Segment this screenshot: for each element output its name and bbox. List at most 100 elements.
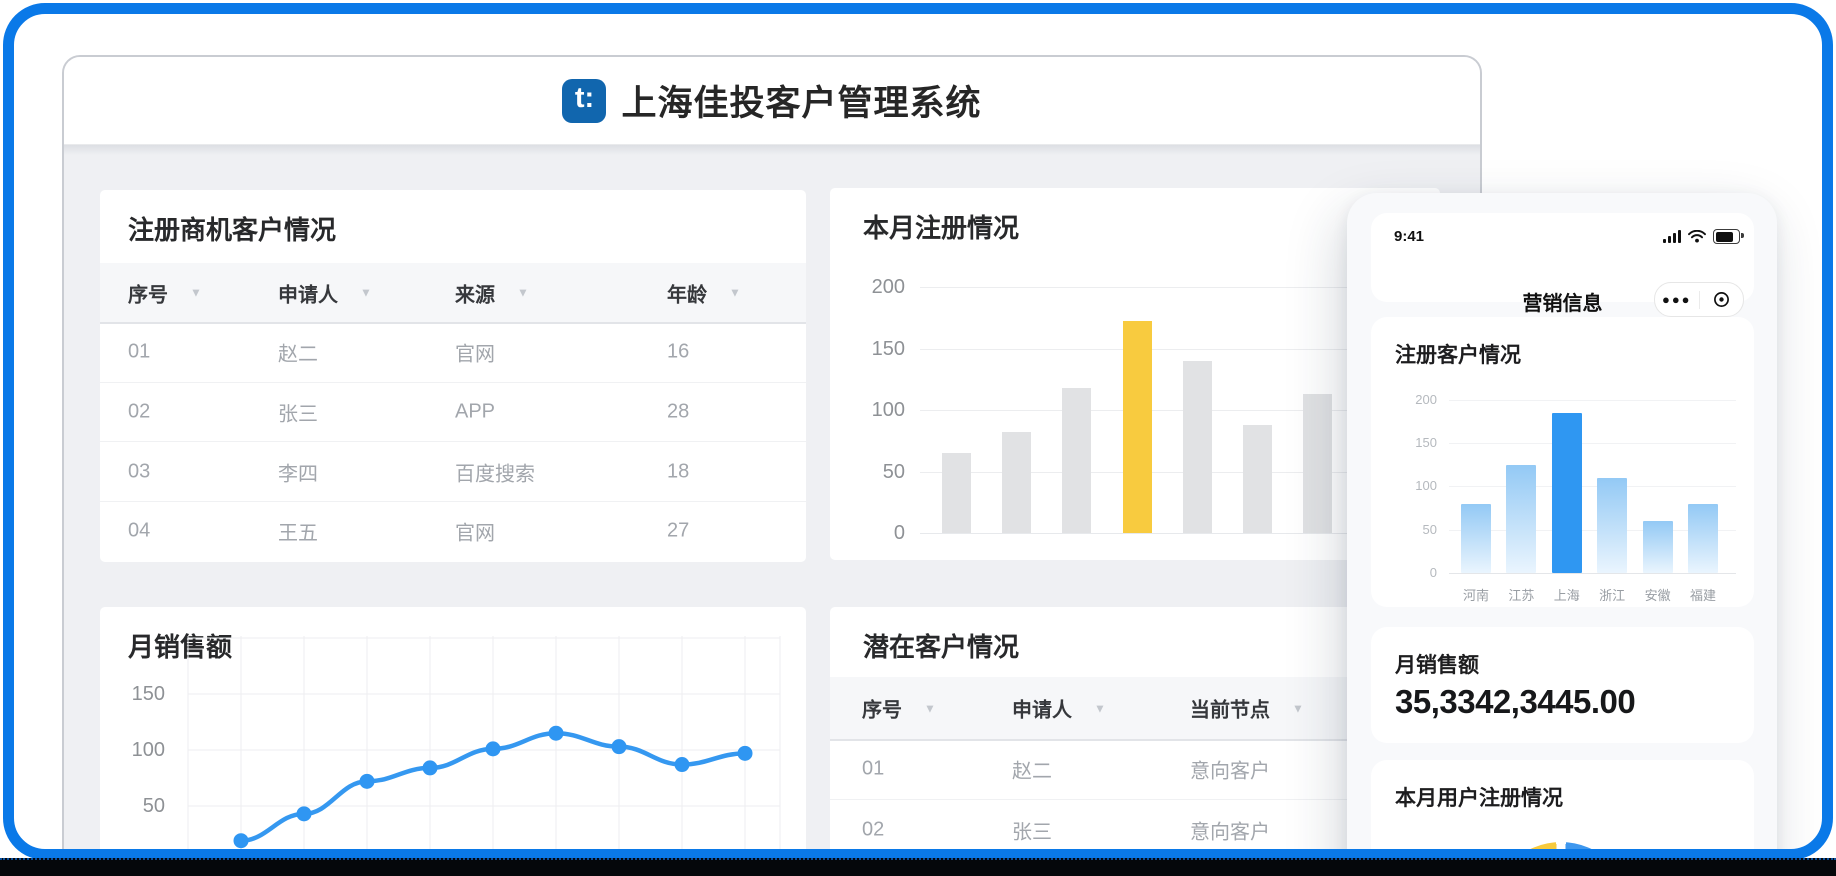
axis-tick-label: 100 [100,739,165,762]
axis-category-label: 江苏 [1499,585,1543,604]
line-point [423,760,438,775]
table-cell: 官网 [455,337,495,366]
axis-tick-label: 50 [830,461,905,484]
axis-tick-label: 150 [100,683,165,706]
bar [1062,388,1091,533]
grid-line [1449,573,1736,574]
sort-icon[interactable]: ▼ [360,286,372,300]
grid-line [1449,400,1736,401]
table-column-header: 序号▼ [862,694,936,723]
column-label: 申请人 [278,278,338,307]
grid-line [920,472,1417,473]
app-header: t: 上海佳投客户管理系统 [64,57,1480,145]
table-cell: 百度搜索 [455,457,535,486]
panel-monthly-sales: 月销售额 15010050 [100,607,806,860]
grid-line [1449,486,1736,487]
bar [1303,394,1332,533]
table-column-header: 序号▼ [128,278,202,307]
bar [942,453,971,533]
table-cell: 王五 [278,517,318,546]
axis-category-label: 浙江 [1590,585,1634,604]
table-cell: 02 [128,401,150,424]
table-column-header: 当前节点 ▼ [1190,694,1304,723]
sort-icon[interactable]: ▼ [924,701,936,715]
battery-icon [1713,229,1740,244]
bar [1506,465,1536,573]
table-cell: 官网 [455,517,495,546]
axis-category-label: 安徽 [1636,585,1680,604]
bar-highlighted [1552,413,1582,573]
table-cell: 张三 [1012,816,1052,845]
bar [1688,504,1718,573]
page-title: 上海佳投客户管理系统 [621,75,981,126]
table-row: 03 李四 百度搜索 18 [100,441,806,502]
table-cell: 李四 [278,457,318,486]
grid-line [920,410,1417,411]
phone-card-monthly-users: 本月用户注册情况 [1371,760,1754,860]
miniprogram-capsule[interactable]: ●●● [1654,282,1744,317]
close-circle-icon[interactable] [1700,291,1744,308]
table-cell: 02 [862,819,884,842]
signal-icon [1663,230,1681,243]
bar [1597,478,1627,573]
status-time: 9:41 [1394,228,1424,245]
phone-status-nav-bar: 9:41 营销信息 ●●● [1371,213,1754,302]
more-menu-icon[interactable]: ●●● [1655,292,1699,307]
axis-tick-label: 150 [1371,435,1437,450]
table-cell: 赵二 [1012,755,1052,784]
phone-register-bar-chart: 200150100500河南江苏上海浙江安徽福建 [1371,317,1754,607]
table-column-header: 年龄▼ [667,278,741,307]
column-label: 申请人 [1012,694,1072,723]
line-point [549,726,564,741]
axis-tick-label: 50 [100,795,165,818]
grid-line [920,287,1417,288]
table-column-header: 申请人 ▼ [278,278,372,307]
bar [1002,432,1031,533]
axis-category-label: 上海 [1545,585,1589,604]
table-cell: 01 [128,340,150,363]
table-cell: 04 [128,520,150,543]
sort-icon[interactable]: ▼ [729,286,741,300]
axis-category-label: 河南 [1454,585,1498,604]
line-point [738,746,753,761]
table-header-row: 序号▼申请人▼来源▼年龄▼ [100,263,806,324]
line-point [486,741,501,756]
axis-tick-label: 50 [1371,522,1437,537]
grid-line [1449,443,1736,444]
sort-icon[interactable]: ▼ [1292,701,1304,715]
table-cell: 16 [667,340,689,363]
bar [1243,425,1272,533]
phone-card-sales: 月销售额 35,3342,3445.00 [1371,627,1754,743]
table-cell: 意向客户 [1190,816,1270,845]
phone-card-title: 本月用户注册情况 [1395,782,1563,812]
panel-title: 注册商机客户情况 [128,210,336,247]
axis-tick-label: 200 [1371,392,1437,407]
bottom-edge-strip [0,858,1836,876]
monthly-sales-amount: 35,3342,3445.00 [1395,683,1635,721]
sort-icon[interactable]: ▼ [1094,701,1106,715]
table-cell: 18 [667,460,689,483]
bar [1461,504,1491,573]
sort-icon[interactable]: ▼ [517,286,529,300]
sort-icon[interactable]: ▼ [190,286,202,300]
column-label: 来源 [455,278,495,307]
bar [1183,361,1212,533]
axis-category-label: 福建 [1681,585,1725,604]
panel-registered-customers: 注册商机客户情况 序号▼申请人▼来源▼年龄▼01赵二官网1602张三APP280… [100,190,806,562]
wifi-icon [1688,230,1706,243]
table-cell: 01 [862,758,884,781]
axis-tick-label: 100 [830,399,905,422]
axis-tick-label: 150 [830,338,905,361]
bar-highlighted [1123,321,1152,533]
table-cell: 28 [667,401,689,424]
table-cell: 意向客户 [1190,755,1270,784]
table-cell: 03 [128,460,150,483]
column-label: 当前节点 [1190,694,1270,723]
bar [1643,521,1673,573]
table-column-header: 申请人 ▼ [1012,694,1106,723]
status-icons [1663,229,1740,244]
line-point [297,806,312,821]
axis-tick-label: 0 [1371,565,1437,580]
table-row: 01赵二官网16 [100,322,806,382]
table-cell: APP [455,401,495,424]
